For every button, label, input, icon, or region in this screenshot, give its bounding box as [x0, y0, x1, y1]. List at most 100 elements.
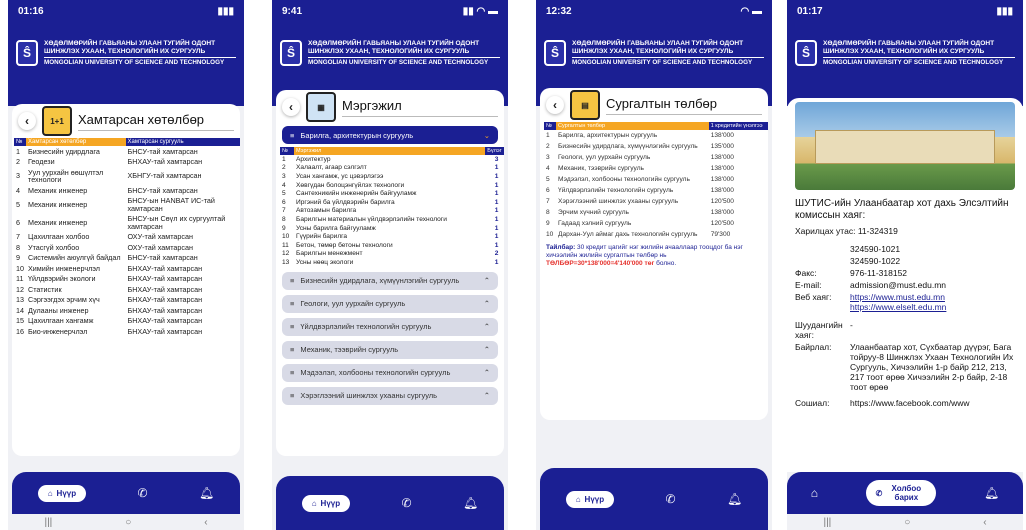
content-sheet: ШУТИС-ийн Улаанбаатар хот дахь Элсэлтийн… — [787, 98, 1023, 472]
status-bar: 9:41 ▮▮ ◠ ▬ — [272, 0, 508, 22]
cell: БНХАУ-тай хамтарсан — [127, 305, 203, 315]
cell: 79'300 — [710, 231, 731, 238]
university-name-mn: ХӨДӨЛМӨРИЙН ГАВЬЯАНЫ УЛААН ТУГИЙН ОДОНТ … — [44, 40, 216, 55]
cell: 1 — [546, 132, 550, 139]
nav-home-label: Нүүр — [56, 488, 77, 498]
system-nav-bar: ||| ○ ‹ — [8, 514, 244, 530]
table-row: 5 Мэдээлэл, холбооны технологийн сургууль… — [544, 174, 768, 185]
table-row: 12 Статистик БНХАУ-тай хамтарсан — [14, 284, 240, 295]
content-sheet: ‹ ▦ Мэргэжил ≡ Барилга, архитектурын сур… — [276, 90, 504, 456]
section-accordion[interactable]: ≡ Геологи, уул уурхайн сургууль ⌃ — [282, 294, 498, 313]
bell-icon[interactable]: 🔔︎ — [984, 486, 999, 500]
contact-heading: ШУТИС-ийн Улаанбаатар хот дахь Элсэлтийн… — [795, 198, 1009, 221]
section-accordion[interactable]: ≡ Мэдээлэл, холбооны технологийн сургууль… — [282, 363, 498, 382]
phone-icon[interactable]: ✆ — [402, 496, 412, 510]
home-icon: ⌂ — [311, 498, 317, 508]
cell: 10 — [16, 263, 24, 273]
cell: 1 — [16, 146, 20, 156]
note-prefix: Тайлбар: — [546, 244, 576, 251]
cell: Барилгын материалын үйлдвэрлэлийн технол… — [296, 215, 447, 223]
cell: БНСУ-ын Сөүл их сургуултай хамтарсан — [127, 214, 226, 231]
cell: БНХАУ-тай хамтарсан — [127, 295, 203, 304]
phone-extra-2[interactable]: 324590-1022 — [850, 256, 1015, 266]
bell-icon[interactable]: 🔔︎ — [463, 496, 478, 510]
table-row: 1 Бизнесийн удирдлага БНСУ-тай хамтарсан — [14, 146, 240, 157]
table-row: 6 Механик инженер БНСУ-ын Сөүл их сургуулт… — [14, 214, 240, 232]
phone-value[interactable]: 11-324319 — [858, 226, 898, 236]
fax-label: Факс: — [795, 268, 817, 278]
cell: Усны барилга байгууламж — [296, 224, 376, 232]
nav-home-button[interactable]: ⌂ Нүүр — [301, 494, 351, 512]
bell-icon[interactable]: 🔔︎ — [727, 492, 742, 506]
cell: 120'500 — [710, 198, 734, 205]
bell-icon[interactable]: 🔔︎ — [199, 486, 214, 500]
chevron-down-icon: ⌄ — [483, 130, 490, 140]
web-link-1[interactable]: https://www.must.edu.mn — [850, 292, 945, 302]
section-accordion[interactable]: ≡ Үйлдвэрлэлийн технологийн сургууль ⌃ — [282, 317, 498, 336]
table-row: 11 Үйлдвэрийн экологи БНХАУ-тай хамтарсан — [14, 274, 240, 285]
university-logo-icon: Ŝ — [544, 40, 566, 66]
table-row: 2 Халаалт, агаар сэлгэлт 1 — [280, 164, 504, 173]
home-circle-icon[interactable]: ○ — [904, 517, 910, 528]
cell: 9 — [16, 253, 20, 262]
nav-home-label: Нүүр — [320, 498, 341, 508]
phone-icon[interactable]: ✆ — [138, 486, 148, 500]
menu-icon: ≡ — [290, 345, 295, 355]
section-label: Механик, тээврийн сургууль — [300, 345, 399, 355]
cell: Бизнесийн удирдлага, хүмүүнлэгийн сургуу… — [558, 143, 698, 150]
status-time: 01:16 — [18, 5, 44, 17]
phone-row: Харилцах утас: 11-324319 — [795, 226, 1015, 236]
system-back-icon[interactable]: ‹ — [204, 517, 207, 528]
cell: Барилга, архитектурын сургууль — [558, 132, 658, 139]
cell: Үйлдвэрийн экологи — [28, 274, 96, 283]
table-row: 5 Сантехникийн инженерийн байгууламж 1 — [280, 189, 504, 198]
cell: 6 — [546, 187, 550, 194]
section-accordion[interactable]: ≡ Хэрэглээний шинжлэх ухааны сургууль ⌃ — [282, 386, 498, 405]
cell: Утасгүй холбоо — [28, 242, 80, 252]
cell: ОХУ-тай хамтарсан — [127, 232, 193, 241]
cell: Барилгын менежмент — [296, 250, 363, 258]
home-icon[interactable]: ⌂ — [811, 486, 818, 500]
signal-icon: ▮▮ ◠ ▬ — [462, 5, 498, 17]
university-name-mn: ХӨДӨЛМӨРИЙН ГАВЬЯАНЫ УЛААН ТУГИЙН ОДОНТ … — [308, 40, 480, 55]
cell: Архитектур — [296, 155, 331, 163]
cell: Гадаад хэлний сургууль — [558, 220, 632, 227]
social-value[interactable]: https://www.facebook.com/www — [850, 398, 1015, 408]
cell: 6 — [16, 217, 20, 227]
section-accordion[interactable]: ≡ Механик, тээврийн сургууль ⌃ — [282, 340, 498, 359]
back-button[interactable]: ‹ — [282, 98, 300, 116]
section-label: Бизнесийн удирдлага, хүмүүнлэгийн сургуу… — [300, 276, 460, 286]
section-label: Барилга, архитектурын сургууль — [300, 130, 414, 140]
table-row: 9 Гадаад хэлний сургууль 120'500 — [544, 218, 768, 229]
section-accordion-open[interactable]: ≡ Барилга, архитектурын сургууль ⌄ — [282, 126, 498, 144]
email-value[interactable]: admission@must.edu.mn — [850, 280, 1015, 290]
nav-contact-button[interactable]: ✆ Холбоо барих — [865, 480, 937, 506]
joint-programs-table: № Хамтарсан хөтөлбөр Хамтарсан сургууль … — [14, 138, 240, 337]
cell: 1 — [494, 224, 499, 232]
recent-apps-icon[interactable]: ||| — [823, 517, 831, 528]
nav-home-button[interactable]: ⌂ Нүүр — [37, 484, 87, 502]
table-row: 16 Био-инженерчлэл БНХАУ-тай хамтарсан — [14, 326, 240, 337]
home-circle-icon[interactable]: ○ — [125, 517, 131, 528]
cell: БНСУ-ын HANBAT ИС-тай хамтарсан — [127, 196, 215, 213]
phone-extra-1[interactable]: 324590-1021 — [850, 244, 1015, 254]
table-row: 2 Бизнесийн удирдлага, хүмүүнлэгийн сургу… — [544, 141, 768, 152]
table-row: 5 Механик инженер БНСУ-ын HANBAT ИС-тай ха… — [14, 196, 240, 214]
back-button[interactable]: ‹ — [18, 112, 36, 130]
cell: БНХАУ-тай хамтарсан — [127, 316, 203, 325]
content-sheet: ‹ 1+1 Хамтарсан хөтөлбөр № Хамтарсан хөт… — [12, 104, 240, 456]
cell: 1 — [494, 190, 499, 198]
majors-table: № Мэргэжил Бүлэг 1 Архитектур 3 2 Халаалт, … — [280, 147, 504, 267]
col-header-credit: 1 кредитийн үнэлгээ — [708, 122, 768, 130]
chevron-up-icon: ⌃ — [483, 345, 490, 355]
phone-icon[interactable]: ✆ — [666, 492, 676, 506]
screen-joint-programs: 01:16 ▮▮▮ Ŝ ХӨДӨЛМӨРИЙН ГАВЬЯАНЫ УЛААН Т… — [8, 0, 244, 530]
page-title: Мэргэжил — [342, 98, 498, 117]
back-button[interactable]: ‹ — [546, 96, 564, 114]
cell: 1 — [494, 207, 499, 215]
nav-home-button[interactable]: ⌂ Нүүр — [565, 490, 615, 508]
section-accordion[interactable]: ≡ Бизнесийн удирдлага, хүмүүнлэгийн сургу… — [282, 271, 498, 290]
web-link-2[interactable]: https://www.elselt.edu.mn — [850, 302, 946, 312]
system-back-icon[interactable]: ‹ — [983, 517, 986, 528]
recent-apps-icon[interactable]: ||| — [44, 517, 52, 528]
